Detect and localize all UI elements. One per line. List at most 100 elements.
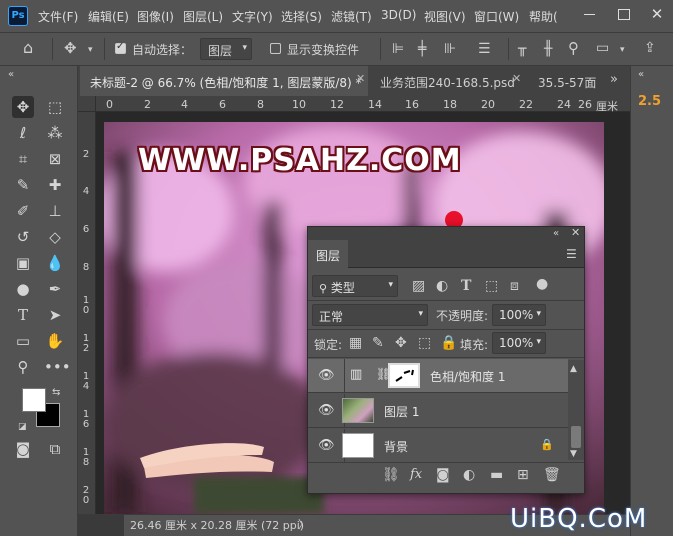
auto-select-target-dropdown[interactable]: 图层 ▾ [200,38,252,60]
tab-business-scope[interactable]: 业务范围240-168.5.psd [370,66,530,96]
mask-icon[interactable]: ◙ [436,468,450,482]
eyedropper-icon[interactable]: ✎ [12,174,34,196]
auto-select-checkbox[interactable] [115,41,126,54]
scroll-up-icon[interactable]: ▲ [570,362,577,376]
share-icon[interactable]: ⇪ [644,41,656,55]
maximize-button[interactable] [608,4,638,24]
close-window-button[interactable]: ✕ [642,4,672,24]
close-panel-icon[interactable]: ✕ [571,226,580,240]
layer-name[interactable]: 背景 [384,438,408,455]
path-select-icon[interactable]: ➤ [44,304,66,326]
zoom-field[interactable] [78,515,124,536]
crop-tool-icon[interactable]: ⌗ [12,148,34,170]
filter-toggle-icon[interactable]: ● [536,277,548,291]
workspace-icon[interactable]: ▭ [596,41,609,55]
expand-panels-icon[interactable]: « [638,68,644,82]
filter-smart-object-icon[interactable]: ⧈ [510,279,519,293]
collapse-icon[interactable]: « [8,68,14,82]
layer-name[interactable]: 图层 1 [384,403,419,420]
chevron-down-icon[interactable]: ▾ [620,43,625,57]
swap-colors-icon[interactable]: ⇆ [52,386,60,400]
close-tab-icon[interactable]: ✕ [512,72,521,85]
frame-tool-icon[interactable]: ⊠ [44,148,66,170]
adjustment-icon[interactable]: ◐ [463,468,475,482]
visibility-eye-icon[interactable]: 👁 [318,403,335,418]
layer-mask-thumbnail[interactable] [388,363,420,388]
foreground-color-swatch-top[interactable] [22,388,46,412]
rectangle-tool-icon[interactable]: ▭ [12,330,34,352]
menu-type[interactable]: 文字(Y) [232,8,273,25]
lasso-tool-icon[interactable]: ℓ [12,122,34,144]
menu-file[interactable]: 文件(F) [38,8,78,25]
lock-transparent-icon[interactable]: ▦ [349,336,362,350]
pen-tool-icon[interactable]: ✒ [44,278,66,300]
minimize-button[interactable] [574,4,604,24]
photoshop-logo-icon[interactable]: Ps [8,6,28,26]
delete-icon[interactable]: 🗑 [543,468,561,482]
brush-tool-icon[interactable]: ✐ [12,200,34,222]
more-tools-icon[interactable]: ••• [44,356,71,378]
opacity-input[interactable]: 100% ▾ [492,304,546,326]
ruler-origin[interactable] [78,96,96,112]
more-tabs-icon[interactable]: » [610,73,618,87]
align-center-icon[interactable]: ╪ [418,42,426,56]
layer-row-layer-1[interactable]: 👁 图层 1 [308,394,568,427]
healing-brush-icon[interactable]: ✚ [44,174,66,196]
menu-window[interactable]: 窗口(W) [474,8,519,25]
close-tab-icon[interactable]: ✕ [356,72,365,85]
horizontal-ruler[interactable] [96,96,630,112]
link-icon[interactable]: ⛓ [382,468,400,482]
move-tool-preset-icon[interactable]: ✥ [64,41,77,56]
screen-mode-icon[interactable]: ⧉ [44,438,66,460]
default-colors-icon[interactable]: ◪ [18,420,27,434]
align-left-icon[interactable]: ⊫ [392,42,404,56]
panel-value[interactable]: 2.5 [638,94,661,109]
clone-stamp-icon[interactable]: ⊥ [44,200,66,222]
chevron-down-icon[interactable]: ▾ [88,43,93,57]
layer-filter-dropdown[interactable]: ⚲ 类型 ▾ [312,275,398,297]
scrollbar-thumb[interactable] [571,426,581,448]
layers-panel-titlebar[interactable] [308,227,584,240]
menu-filter[interactable]: 滤镜(T) [331,8,372,25]
collapse-icon[interactable]: « [553,227,559,241]
menu-edit[interactable]: 编辑(E) [88,8,129,25]
group-icon[interactable]: ▬ [490,468,503,482]
hand-tool-icon[interactable]: ✋ [44,330,66,352]
filter-type-icon[interactable]: T [461,279,471,293]
history-brush-icon[interactable]: ↺ [12,226,34,248]
status-menu-arrow[interactable]: 〉 [298,516,309,532]
show-transform-checkbox[interactable] [270,43,281,54]
filter-shape-icon[interactable]: ⬚ [485,279,498,293]
align-right-icon[interactable]: ⊪ [444,42,456,56]
type-tool-icon[interactable]: T [12,304,34,326]
layer-name[interactable]: 色相/饱和度 1 [430,368,506,385]
menu-3d[interactable]: 3D(D) [381,8,416,22]
blend-mode-dropdown[interactable]: 正常 ▾ [312,304,428,326]
visibility-eye-icon[interactable]: 👁 [318,438,335,453]
gradient-tool-icon[interactable]: ▣ [12,252,34,274]
layer-row-background[interactable]: 👁 背景 🔒 [308,429,568,462]
fx-icon[interactable]: fx [410,467,422,482]
tab-35-57[interactable]: 35.5-57面 [528,66,604,96]
magic-wand-icon[interactable]: ⁂ [44,122,66,144]
marquee-tool-icon[interactable]: ⬚ [44,96,66,118]
menu-select[interactable]: 选择(S) [281,8,322,25]
quick-mask-icon[interactable]: ◙ [12,438,34,460]
distribute-icon[interactable]: ☰ [478,42,491,56]
menu-help[interactable]: 帮助( [529,8,558,25]
filter-adjustment-icon[interactable]: ◐ [436,279,448,293]
filter-image-icon[interactable]: ▨ [412,279,425,293]
visibility-eye-icon[interactable]: 👁 [318,368,335,383]
lock-position-icon[interactable]: ✥ [395,336,407,350]
lock-pixels-icon[interactable]: ✎ [372,336,384,350]
search-icon[interactable]: ⚲ [568,41,579,56]
lock-artboard-icon[interactable]: ⬚ [418,336,431,350]
align-middle-icon[interactable]: ╫ [544,42,552,56]
menu-view[interactable]: 视图(V) [424,8,466,25]
align-top-icon[interactable]: ╥ [518,42,526,56]
layer-thumbnail[interactable] [342,398,374,423]
zoom-tool-icon[interactable]: ⚲ [12,356,34,378]
panel-menu-icon[interactable]: ☰ [566,247,577,261]
new-layer-icon[interactable]: ⊞ [517,468,529,482]
move-tool-icon[interactable]: ✥ [12,96,34,118]
